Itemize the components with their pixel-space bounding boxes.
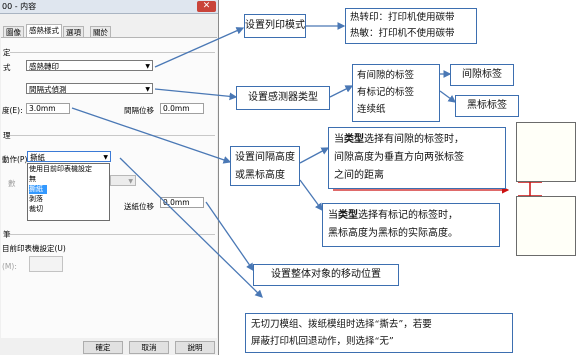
arrow-position [205, 201, 254, 272]
callout-print-mode: 设置列印模式 [244, 14, 306, 38]
callout-gap-tag: 间隙标签 [450, 64, 514, 86]
gap-desc-line1: 选择有间隙的标签时， [364, 134, 464, 145]
callout-sensor-options: 有间隙的标签 有标记的标签 连续纸 [352, 64, 440, 122]
gap-desc-line3: 之间的距离 [334, 170, 384, 181]
arrow-mark-tag [439, 90, 457, 103]
callout-tear-option: 无切刀模组、拨纸模组时选择“撕去”，若要 屏蔽打印机回退动作，则选择“无” [245, 313, 513, 353]
tear-text-2: 屏蔽打印机回退动作，则选择“无” [251, 336, 394, 347]
mark-desc-line1: 选择有标记的标签时， [358, 210, 458, 221]
arrow-print-mode [154, 27, 245, 68]
thermal-transfer-text: 热转印：打印机使用碳带 [350, 12, 455, 23]
arrow-mark-desc [299, 179, 323, 212]
callout-gap-height: 设置间隔高度 或黑标高度 [230, 146, 300, 186]
gap-desc-prefix: 当 [334, 134, 344, 145]
arrow-gap-desc [299, 147, 330, 164]
label-illustration-upper [516, 122, 576, 182]
callout-gap-description: 当类型选择有间隙的标签时， 间隙高度为垂直方向两张标签 之间的距离 [328, 127, 506, 189]
callout-position: 设置整体对象的移动位置 [253, 264, 399, 286]
mark-labels-text: 有标记的标签 [357, 87, 415, 98]
arrow-sensor-detail [329, 85, 354, 98]
direct-thermal-text: 热敏：打印机不使用碳带 [350, 28, 455, 39]
gap-bracket-icon [518, 181, 542, 197]
mark-desc-prefix: 当 [328, 210, 338, 221]
callout-mark-tag: 黑标标签 [455, 95, 519, 117]
mark-desc-line2: 黑标高度为黑标的实际高度。 [328, 228, 458, 239]
gap-desc-keyword: 类型 [344, 134, 364, 145]
gap-height-text-1: 设置间隔高度 [235, 152, 295, 163]
callout-sensor-type: 设置感测器类型 [236, 86, 330, 110]
arrow-sensor-type [154, 88, 238, 101]
callout-mark-description: 当类型选择有标记的标签时， 黑标高度为黑标的实际高度。 [322, 203, 500, 247]
mark-desc-keyword: 类型 [338, 210, 358, 221]
continuous-text: 连续纸 [357, 104, 386, 115]
gap-height-text-2: 或黑标高度 [235, 170, 285, 181]
arrow-gap-height [71, 107, 232, 164]
tear-text-1: 无切刀模组、拨纸模组时选择“撕去”，若要 [251, 319, 432, 330]
gap-labels-text: 有间隙的标签 [357, 70, 415, 81]
label-illustration-lower [516, 196, 576, 256]
callout-print-mode-detail: 热转印：打印机使用碳带 热敏：打印机不使用碳带 [345, 8, 477, 44]
gap-desc-line2: 间隙高度为垂直方向两张标签 [334, 152, 464, 163]
